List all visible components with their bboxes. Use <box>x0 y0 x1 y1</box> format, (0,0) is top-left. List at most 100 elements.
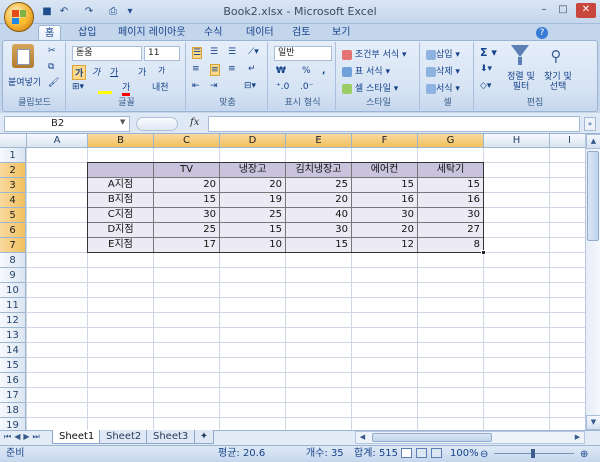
copy-icon[interactable]: ⧉ <box>48 62 54 72</box>
increase-indent-icon[interactable]: ⇥ <box>210 81 218 91</box>
increase-decimal-icon[interactable]: ⁺.0 <box>276 82 289 92</box>
row-header[interactable]: 4 <box>0 193 26 208</box>
currency-button[interactable]: ₩ <box>276 66 286 76</box>
find-select-button[interactable]: 찾기 및 선택 <box>540 72 576 92</box>
align-right-icon[interactable]: ≡ <box>228 64 236 74</box>
font-size-combo[interactable]: 11 <box>144 46 180 61</box>
row-label-cell[interactable]: B지점 <box>88 193 154 208</box>
row-header[interactable]: 6 <box>0 223 26 238</box>
tab-page-layout[interactable]: 페이지 레이아웃 <box>112 25 192 41</box>
scroll-right-icon[interactable]: ▶ <box>571 432 584 443</box>
sort-filter-button[interactable]: 정렬 및 필터 <box>504 72 538 92</box>
row-header[interactable]: 5 <box>0 208 26 223</box>
column-header[interactable]: G <box>418 134 484 148</box>
comma-button[interactable]: , <box>322 66 325 76</box>
column-header[interactable]: F <box>352 134 418 148</box>
vertical-scrollbar[interactable]: ▲ ▼ <box>585 134 600 430</box>
table-header-cell[interactable]: 냉장고 <box>220 163 286 178</box>
name-box-dropdown-icon[interactable]: ▼ <box>120 118 125 126</box>
sheet-tab-3[interactable]: Sheet3 <box>146 430 196 444</box>
zoom-level[interactable]: 100% <box>450 446 479 461</box>
row-header[interactable]: 7 <box>0 238 26 253</box>
fill-color-icon[interactable] <box>98 83 112 94</box>
sheet-tab-2[interactable]: Sheet2 <box>99 430 149 444</box>
row-header[interactable]: 18 <box>0 403 26 418</box>
data-cell[interactable]: 15 <box>352 178 418 193</box>
data-cell[interactable]: 10 <box>220 238 286 253</box>
minimize-button[interactable]: – <box>536 3 552 18</box>
table-header-cell[interactable] <box>88 163 154 178</box>
column-header[interactable]: A <box>27 134 88 148</box>
row-label-cell[interactable]: C지점 <box>88 208 154 223</box>
row-header[interactable]: 12 <box>0 313 26 328</box>
data-cell[interactable]: 30 <box>352 208 418 223</box>
insert-cells-button[interactable]: 삽입 ▾ <box>426 47 460 60</box>
row-header[interactable]: 15 <box>0 358 26 373</box>
row-header[interactable]: 2 <box>0 163 26 178</box>
row-label-cell[interactable]: D지점 <box>88 223 154 238</box>
shrink-font-button[interactable]: 가 <box>158 65 165 76</box>
tab-data[interactable]: 데이터 <box>240 25 280 41</box>
tab-view[interactable]: 보기 <box>326 25 356 41</box>
merge-center-icon[interactable]: ⊟▾ <box>244 81 256 91</box>
data-cell[interactable]: 15 <box>418 178 484 193</box>
borders-icon[interactable]: ⊞▾ <box>72 82 84 92</box>
tab-review[interactable]: 검토 <box>286 25 316 41</box>
format-cells-button[interactable]: 서식 ▾ <box>426 81 460 94</box>
data-cell[interactable]: 16 <box>352 193 418 208</box>
align-top-icon[interactable]: ☰ <box>192 47 203 59</box>
table-header-cell[interactable]: 에어컨 <box>352 163 418 178</box>
worksheet-grid[interactable]: A B C D E F G H I 1 2 3 4 5 6 7 8 9 10 11 12 13 14 15 1… <box>0 134 585 430</box>
hscroll-thumb[interactable] <box>372 433 492 442</box>
name-box[interactable]: B2 <box>4 116 130 132</box>
row-header[interactable]: 10 <box>0 283 26 298</box>
cut-icon[interactable]: ✂ <box>48 46 56 56</box>
data-cell[interactable]: 19 <box>220 193 286 208</box>
scroll-thumb[interactable] <box>587 151 599 241</box>
office-button[interactable] <box>4 2 34 32</box>
autosum-button[interactable]: Σ ▾ <box>480 46 497 59</box>
zoom-slider-thumb[interactable] <box>531 449 535 458</box>
row-header[interactable]: 3 <box>0 178 26 193</box>
format-table-button[interactable]: 표 서식 ▾ <box>342 64 390 77</box>
decrease-decimal-icon[interactable]: .0⁻ <box>300 82 313 92</box>
align-left-icon[interactable]: ≡ <box>192 64 200 74</box>
tab-home[interactable]: 홈 <box>38 25 62 41</box>
row-header[interactable]: 1 <box>0 148 26 163</box>
font-color-button[interactable]: 가 <box>122 80 131 96</box>
normal-view-icon[interactable] <box>401 448 412 458</box>
formula-resize-handle[interactable] <box>136 117 178 131</box>
scroll-up-icon[interactable]: ▲ <box>586 134 600 149</box>
row-header[interactable]: 11 <box>0 298 26 313</box>
clear-icon[interactable]: ◇▾ <box>480 81 491 91</box>
grow-font-button[interactable]: 가 <box>138 65 146 78</box>
underline-button[interactable]: 가 <box>110 65 118 78</box>
table-header-cell[interactable]: 김치냉장고 <box>286 163 352 178</box>
page-layout-view-icon[interactable] <box>416 448 427 458</box>
font-name-combo[interactable]: 돋움 <box>72 46 142 61</box>
column-header[interactable]: D <box>220 134 286 148</box>
horizontal-scrollbar[interactable]: ◀ ▶ <box>355 431 585 444</box>
data-cell[interactable]: 17 <box>154 238 220 253</box>
select-all-corner[interactable] <box>0 134 27 148</box>
data-cell[interactable]: 30 <box>286 223 352 238</box>
data-cell[interactable]: 8 <box>418 238 484 253</box>
data-cell[interactable]: 25 <box>286 178 352 193</box>
table-header-cell[interactable]: 세탁기 <box>418 163 484 178</box>
zoom-in-icon[interactable]: ⊕ <box>580 447 588 462</box>
paste-button[interactable] <box>10 44 36 74</box>
tab-formulas[interactable]: 수식 <box>198 25 228 41</box>
wrap-text-icon[interactable]: ↵ <box>248 64 256 74</box>
data-cell[interactable]: 25 <box>220 208 286 223</box>
data-cell[interactable]: 20 <box>220 178 286 193</box>
data-cell[interactable]: 25 <box>154 223 220 238</box>
align-center-icon[interactable]: ≡ <box>210 64 220 76</box>
column-header[interactable]: B <box>88 134 154 148</box>
zoom-out-icon[interactable]: ⊖ <box>480 447 488 462</box>
formula-input[interactable] <box>208 116 580 132</box>
data-cell[interactable]: 16 <box>418 193 484 208</box>
orientation-icon[interactable]: ⟋▾ <box>248 47 259 57</box>
insert-sheet-icon[interactable]: ✦ <box>194 430 214 444</box>
data-cell[interactable]: 15 <box>286 238 352 253</box>
data-cell[interactable]: 20 <box>154 178 220 193</box>
